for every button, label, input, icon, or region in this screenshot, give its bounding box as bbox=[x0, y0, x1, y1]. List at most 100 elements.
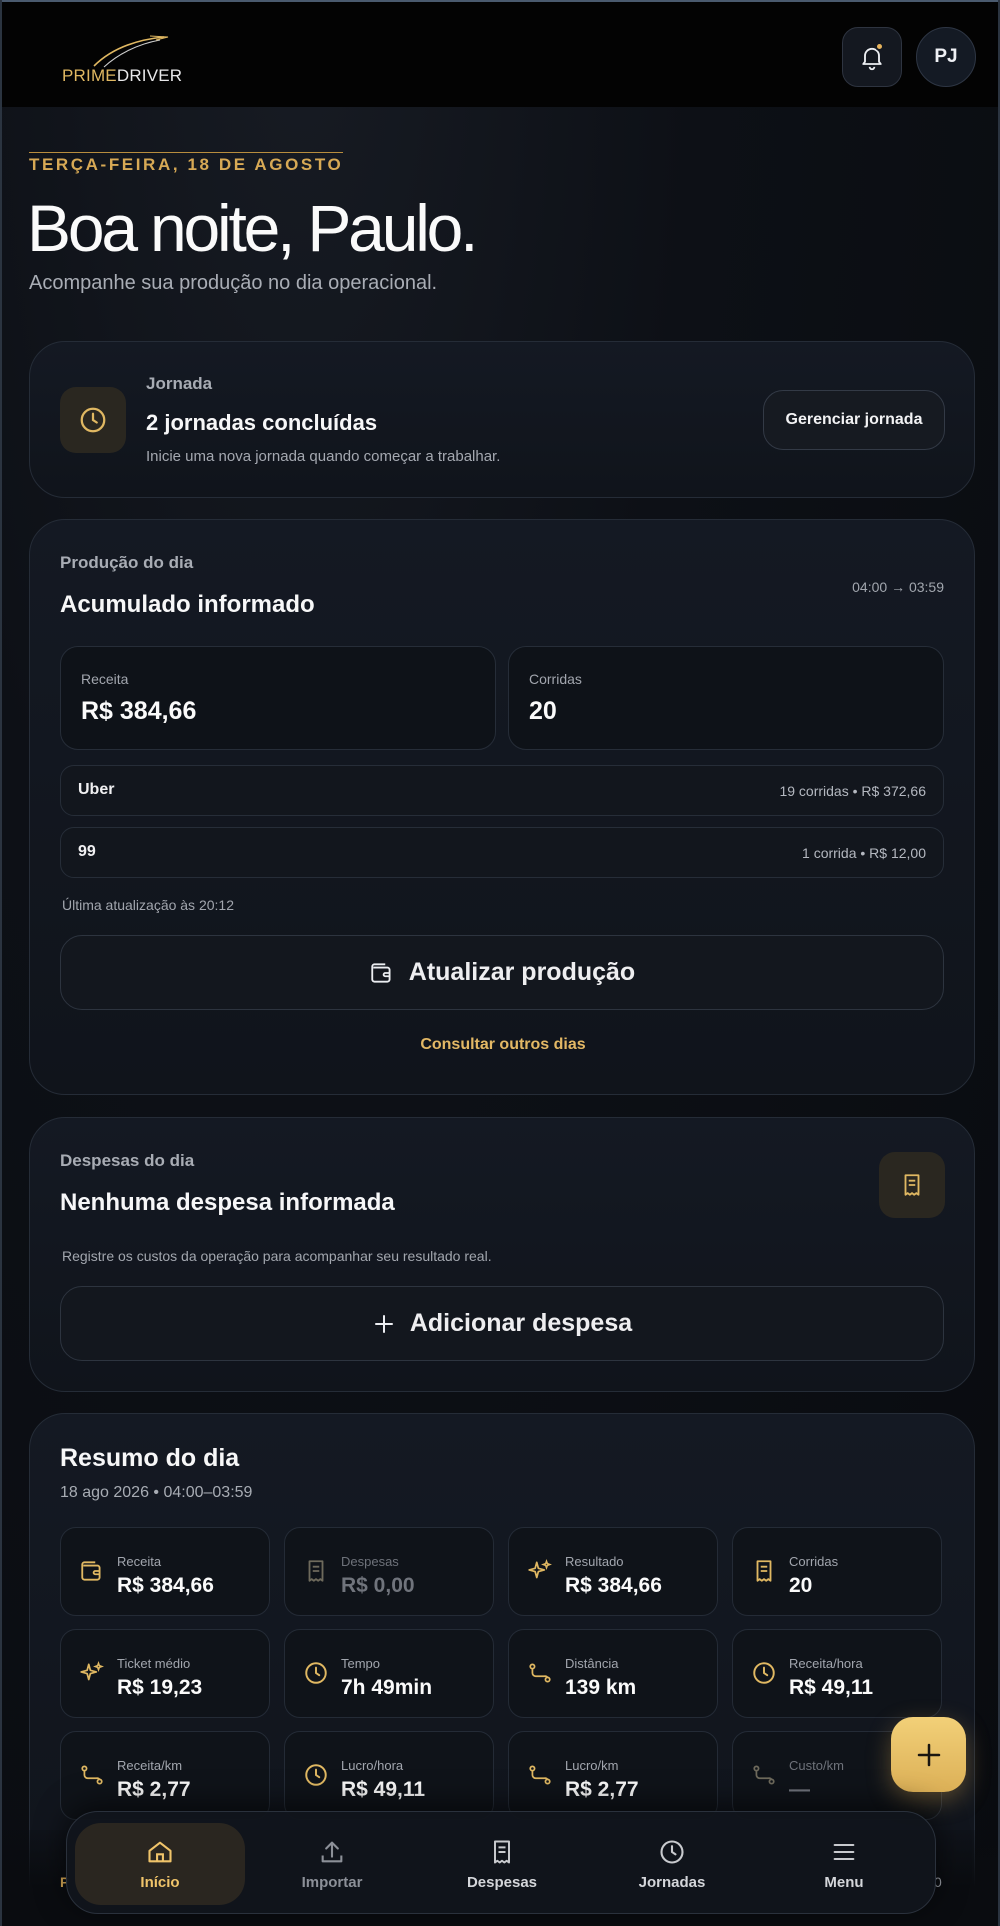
logo-driver-text: DRIVER bbox=[116, 66, 183, 85]
logo-swoosh-icon bbox=[93, 35, 169, 68]
tile-label: Despesas bbox=[341, 1554, 399, 1569]
despesas-description: Registre os custos da operação para acom… bbox=[62, 1248, 492, 1264]
summary-tile-resultado: Resultado R$ 384,66 bbox=[508, 1527, 718, 1616]
last-update: Última atualização às 20:12 bbox=[62, 897, 234, 913]
tile-value: 139 km bbox=[565, 1676, 637, 1699]
platform-row-uber[interactable]: Uber 19 corridas • R$ 372,66 bbox=[60, 765, 944, 816]
top-bar: PRIMEDRIVER PJ bbox=[2, 0, 998, 107]
clock-icon bbox=[753, 1662, 775, 1684]
jornada-description: Inicie uma nova jornada quando começar a… bbox=[146, 448, 501, 465]
tile-label: Lucro/hora bbox=[341, 1758, 404, 1773]
tile-value: R$ 384,66 bbox=[565, 1574, 662, 1597]
receipt-icon bbox=[904, 1174, 920, 1196]
route-icon bbox=[753, 1765, 775, 1785]
clock-icon bbox=[305, 1764, 327, 1786]
tile-value: R$ 19,23 bbox=[117, 1676, 203, 1699]
summary-tile-ticket-medio: Ticket médio R$ 19,23 bbox=[60, 1629, 270, 1718]
summary-tile-lucro-km: Lucro/km R$ 2,77 bbox=[508, 1731, 718, 1820]
menu-icon bbox=[833, 1843, 855, 1860]
tile-value: R$ 384,66 bbox=[117, 1574, 214, 1597]
platform-name: Uber bbox=[78, 781, 115, 798]
clock-icon bbox=[80, 407, 106, 433]
tile-label: Receita/km bbox=[117, 1758, 183, 1773]
wallet-icon bbox=[81, 1561, 101, 1581]
despesas-card: Despesas do dia Nenhuma despesa informad… bbox=[29, 1117, 975, 1392]
nav-item-label: Jornadas bbox=[638, 1873, 706, 1891]
summary-tile-tempo: Tempo 7h 49min bbox=[284, 1629, 494, 1718]
logo-text: PRIMEDRIVER bbox=[62, 66, 182, 86]
tile-label: Tempo bbox=[341, 1656, 381, 1671]
nav-item-label: Menu bbox=[824, 1873, 864, 1891]
wallet-icon bbox=[371, 962, 391, 983]
jornada-title: 2 jornadas concluídas bbox=[146, 410, 378, 435]
other-days-link[interactable]: Consultar outros dias bbox=[30, 1036, 976, 1054]
upload-icon bbox=[321, 1841, 343, 1862]
home-icon bbox=[148, 1841, 172, 1862]
greeting-subtitle: Acompanhe sua produção no dia operaciona… bbox=[29, 272, 438, 294]
nav-item-importar[interactable]: Importar bbox=[247, 1823, 417, 1905]
platform-row-99[interactable]: 99 1 corrida • R$ 12,00 bbox=[60, 827, 944, 878]
tile-value: — bbox=[789, 1778, 810, 1801]
summary-tile-receita-km: Receita/km R$ 2,77 bbox=[60, 1731, 270, 1820]
plus-icon bbox=[917, 1743, 940, 1766]
sparkles-icon bbox=[80, 1661, 104, 1681]
tile-label: Receita bbox=[117, 1554, 162, 1569]
nav-item-despesas[interactable]: Despesas bbox=[417, 1823, 587, 1905]
avatar[interactable]: PJ bbox=[916, 27, 976, 87]
nav-item-label: Importar bbox=[301, 1873, 363, 1891]
tile-value: 20 bbox=[789, 1574, 813, 1597]
logo-prime-text: PRIME bbox=[62, 66, 117, 85]
jornada-icon-box bbox=[60, 387, 126, 453]
add-despesa-label: Adicionar despesa bbox=[409, 1309, 633, 1337]
route-icon bbox=[529, 1663, 551, 1683]
update-producao-label: Atualizar produção bbox=[408, 958, 636, 986]
summary-tile-corridas: Corridas 20 bbox=[732, 1527, 942, 1616]
summary-tile-distancia: Distância 139 km bbox=[508, 1629, 718, 1718]
platform-name: 99 bbox=[78, 843, 96, 860]
add-fab-button[interactable] bbox=[891, 1717, 966, 1792]
nav-item-label: Despesas bbox=[466, 1873, 538, 1891]
route-icon bbox=[81, 1765, 103, 1785]
nav-item-jornadas[interactable]: Jornadas bbox=[587, 1823, 757, 1905]
receipt-icon bbox=[308, 1560, 324, 1582]
corridas-label: Corridas bbox=[529, 671, 582, 687]
manage-jornada-button[interactable]: Gerenciar jornada bbox=[763, 390, 945, 450]
tile-value: R$ 49,11 bbox=[341, 1778, 426, 1801]
jornada-card: Jornada 2 jornadas concluídas Inicie uma… bbox=[29, 341, 975, 498]
despesas-label: Despesas do dia bbox=[60, 1151, 195, 1170]
nav-item-menu[interactable]: Menu bbox=[759, 1823, 929, 1905]
notifications-button[interactable] bbox=[842, 27, 902, 87]
platform-info: 1 corrida • R$ 12,00 bbox=[802, 845, 926, 861]
nav-item-label: Início bbox=[140, 1873, 180, 1891]
tile-value: R$ 2,77 bbox=[565, 1778, 639, 1801]
nav-item-inicio[interactable]: Início bbox=[75, 1823, 245, 1905]
corridas-value: 20 bbox=[529, 697, 557, 725]
tile-label: Resultado bbox=[565, 1554, 624, 1569]
summary-tile-receita: Receita R$ 384,66 bbox=[60, 1527, 270, 1616]
platform-info: 19 corridas • R$ 372,66 bbox=[779, 783, 926, 799]
add-despesa-button[interactable]: Adicionar despesa bbox=[60, 1286, 944, 1361]
clock-icon bbox=[660, 1839, 684, 1864]
update-producao-button[interactable]: Atualizar produção bbox=[60, 935, 944, 1010]
greeting-title: Boa noite, Paulo. bbox=[27, 191, 479, 265]
receita-box: Receita R$ 384,66 bbox=[60, 646, 496, 750]
tile-value: 7h 49min bbox=[341, 1676, 433, 1699]
notification-dot bbox=[875, 42, 884, 51]
prime-driver-logo[interactable]: PRIMEDRIVER bbox=[60, 30, 190, 86]
tile-label: Lucro/km bbox=[565, 1758, 619, 1773]
despesas-icon-box bbox=[879, 1152, 945, 1218]
producao-title: Acumulado informado bbox=[60, 591, 315, 618]
app-screen: PRIMEDRIVER PJ TERÇA-FEIRA, 18 DE AGOSTO… bbox=[0, 0, 1000, 1926]
producao-card: Produção do dia Acumulado informado 04:0… bbox=[29, 519, 975, 1095]
receita-value: R$ 384,66 bbox=[81, 697, 197, 725]
tile-value: R$ 0,00 bbox=[341, 1574, 415, 1597]
tile-label: Corridas bbox=[789, 1554, 839, 1569]
despesas-title: Nenhuma despesa informada bbox=[60, 1189, 395, 1216]
tile-label: Receita/hora bbox=[789, 1656, 863, 1671]
clock-icon bbox=[305, 1662, 327, 1684]
summary-tile-lucro-hora: Lucro/hora R$ 49,11 bbox=[284, 1731, 494, 1820]
sparkles-icon bbox=[528, 1559, 552, 1579]
current-date: TERÇA-FEIRA, 18 DE AGOSTO bbox=[29, 152, 344, 175]
summary-tile-despesas: Despesas R$ 0,00 bbox=[284, 1527, 494, 1616]
summary-tile-receita-hora: Receita/hora R$ 49,11 bbox=[732, 1629, 942, 1718]
